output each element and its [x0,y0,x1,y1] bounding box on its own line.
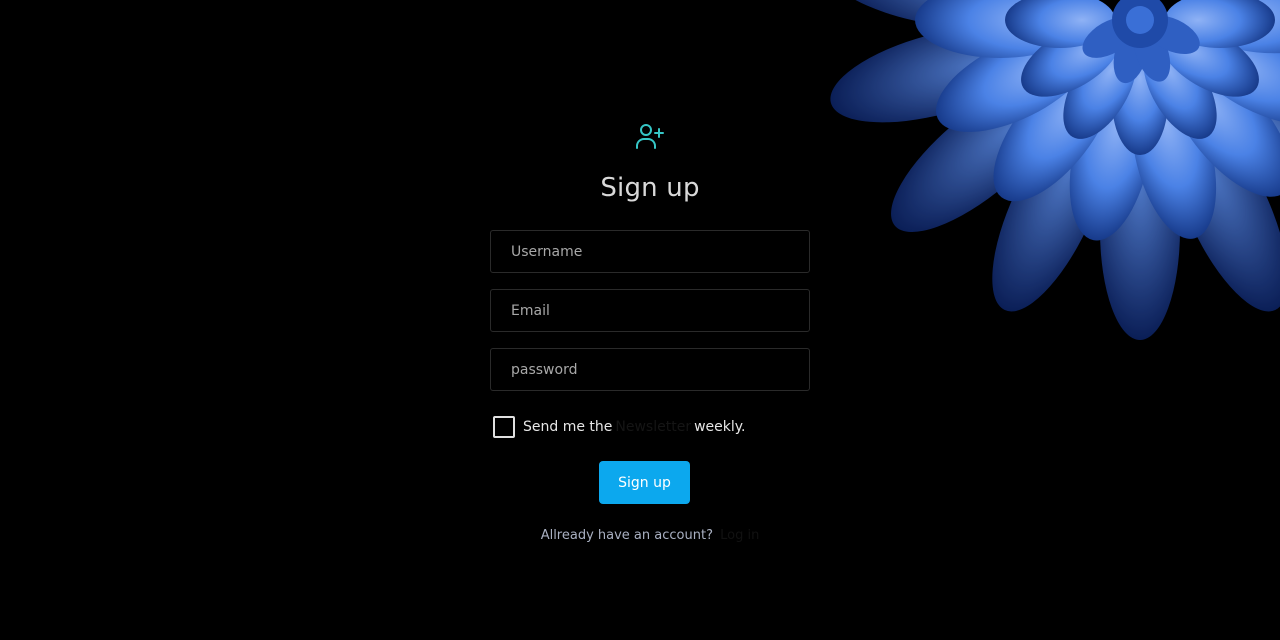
page-title: Sign up [600,173,700,203]
flower-background-image [824,0,1280,340]
user-plus-icon [634,120,666,152]
signup-button[interactable]: Sign up [599,461,690,504]
username-input[interactable] [490,230,810,273]
signup-page: Sign up Send me the Newsletter weekly. S… [0,0,1280,640]
newsletter-checkbox[interactable] [493,416,515,438]
login-prompt: Allready have an account? [540,528,713,543]
newsletter-suffix: weekly. [694,419,746,435]
login-link[interactable]: Log in [720,528,759,543]
password-input[interactable] [490,348,810,391]
newsletter-prefix: Send me the [523,419,613,435]
newsletter-link[interactable]: Newsletter [615,419,691,435]
email-input[interactable] [490,289,810,332]
login-prompt-row: Allready have an account? Log in [490,528,810,543]
newsletter-row: Send me the Newsletter weekly. [493,415,746,439]
